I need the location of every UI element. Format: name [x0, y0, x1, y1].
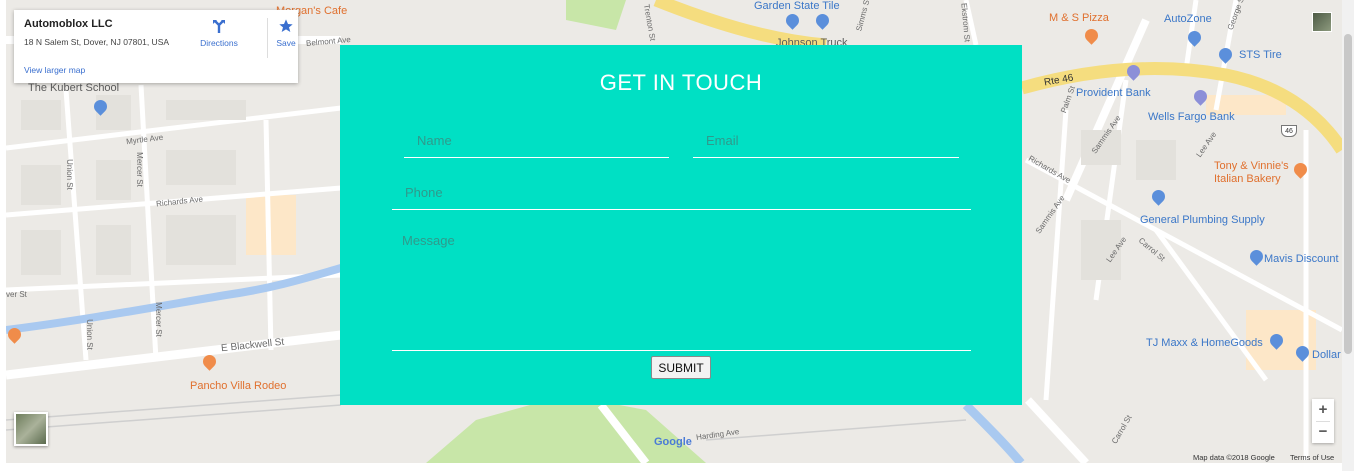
star-icon	[279, 19, 293, 32]
place-info-card: Automoblox LLC 18 N Salem St, Dover, NJ …	[14, 10, 298, 83]
zoom-controls: + −	[1312, 399, 1334, 443]
zoom-out-button[interactable]: −	[1312, 421, 1334, 443]
phone-field[interactable]	[392, 175, 971, 210]
street-label: Mercer St	[134, 152, 144, 187]
poi-autozone[interactable]: AutoZone	[1164, 13, 1212, 25]
route-shield-icon: 46	[1281, 125, 1297, 137]
directions-button[interactable]: Directions	[194, 18, 244, 48]
poi-general-plumbing[interactable]: General Plumbing Supply	[1140, 214, 1265, 226]
street-label: Mercer St	[153, 302, 163, 337]
message-field[interactable]	[392, 227, 971, 351]
directions-icon	[213, 20, 225, 33]
poi-dollar[interactable]: Dollar	[1312, 349, 1341, 361]
view-larger-map-link[interactable]: View larger map	[24, 65, 85, 75]
contact-form-panel: GET IN TOUCH SUBMIT	[340, 45, 1022, 405]
page-scrollbar[interactable]	[1342, 0, 1354, 471]
directions-label: Directions	[200, 38, 238, 48]
street-label: Union St	[64, 159, 74, 190]
zoom-in-button[interactable]: +	[1312, 399, 1334, 421]
save-button[interactable]: Save	[270, 18, 302, 48]
poi-garden-state-tile[interactable]: Garden State Tile	[754, 0, 840, 12]
street-label: Union St	[84, 319, 94, 350]
place-name: Automoblox LLC	[24, 18, 113, 30]
save-label: Save	[276, 38, 296, 48]
poi-tony-vinnies[interactable]: Tony & Vinnie's	[1214, 160, 1289, 172]
poi-tony-vinnies-2[interactable]: Italian Bakery	[1214, 173, 1281, 185]
street-label: ver St	[6, 290, 27, 299]
google-logo: Google	[654, 436, 692, 448]
poi-ms-pizza[interactable]: M & S Pizza	[1049, 12, 1109, 24]
poi-sts-tire[interactable]: STS Tire	[1239, 49, 1282, 61]
terms-of-use-link[interactable]: Terms of Use	[1290, 453, 1334, 462]
card-divider	[267, 18, 268, 58]
scrollbar-thumb[interactable]	[1344, 34, 1352, 354]
name-field[interactable]	[404, 123, 669, 158]
poi-provident-bank[interactable]: Provident Bank	[1076, 87, 1151, 99]
poi-mavis[interactable]: Mavis Discount	[1264, 253, 1339, 265]
street-view-thumbnail[interactable]	[1312, 12, 1332, 32]
poi-tj-maxx[interactable]: TJ Maxx & HomeGoods	[1146, 337, 1263, 349]
poi-kubert-school[interactable]: The Kubert School	[28, 82, 119, 94]
place-address: 18 N Salem St, Dover, NJ 07801, USA	[24, 37, 170, 47]
submit-button[interactable]: SUBMIT	[651, 356, 711, 379]
map-data-attribution: Map data ©2018 Google	[1193, 453, 1275, 462]
email-field[interactable]	[693, 123, 959, 158]
poi-wells-fargo[interactable]: Wells Fargo Bank	[1148, 111, 1235, 123]
satellite-view-toggle[interactable]	[14, 412, 48, 446]
form-title: GET IN TOUCH	[599, 70, 763, 95]
poi-pancho-villa[interactable]: Pancho Villa Rodeo	[190, 380, 286, 392]
